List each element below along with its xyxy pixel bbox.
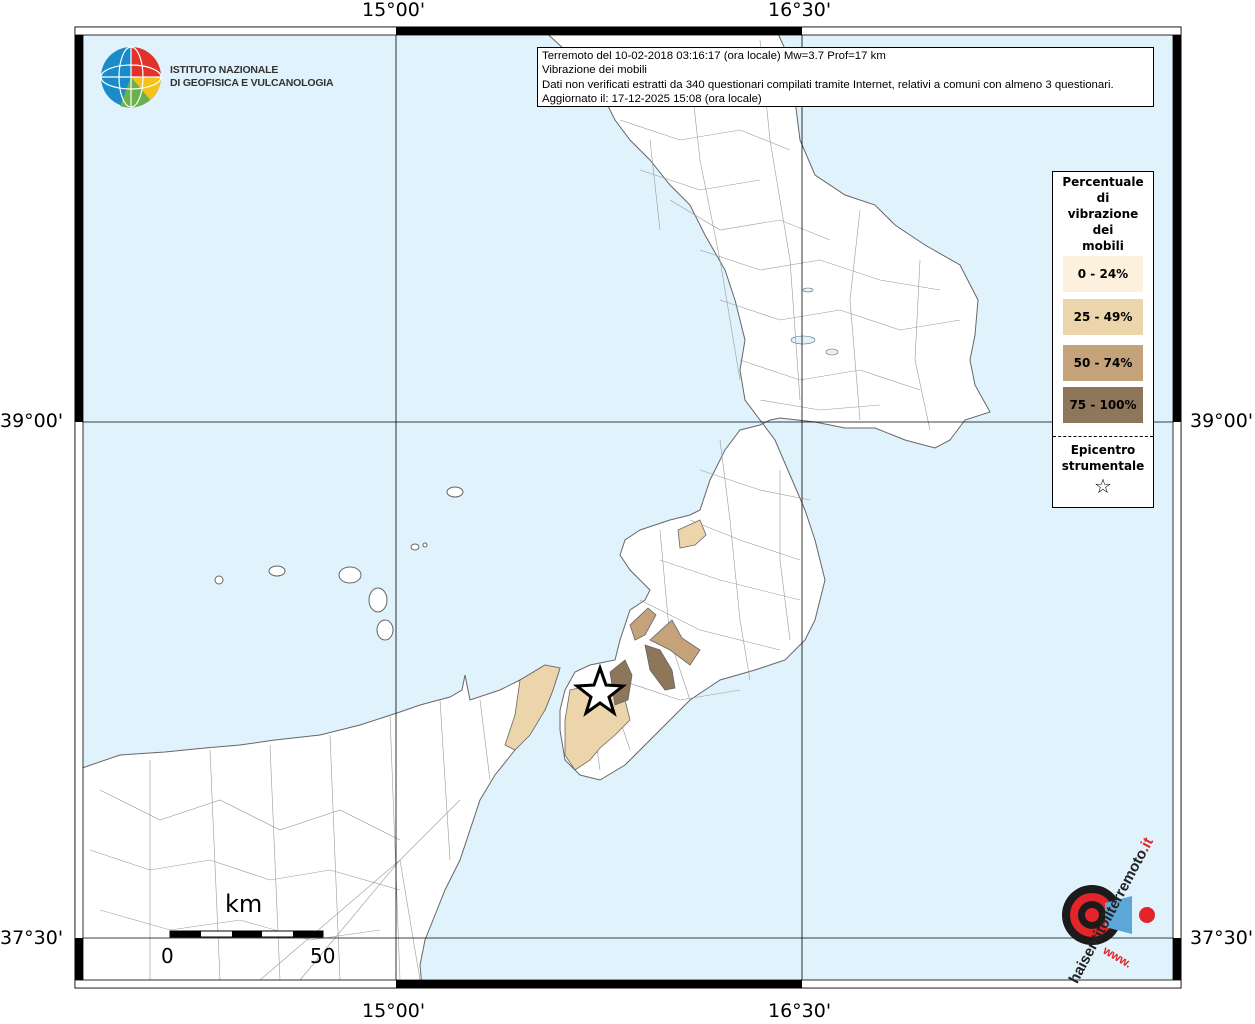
lat-label-right-upper: 39°00' bbox=[1190, 410, 1254, 432]
scale-unit: km bbox=[225, 890, 263, 918]
scale-end: 50 bbox=[310, 944, 336, 968]
scale-start: 0 bbox=[161, 944, 174, 968]
legend-epicenter-line: strumentale bbox=[1061, 459, 1145, 473]
island bbox=[338, 566, 362, 584]
legend-class-25-49: 25 - 49% bbox=[1063, 299, 1143, 335]
event-title: Terremoto del 10-02-2018 03:16:17 (ora l… bbox=[542, 50, 886, 62]
hst-text-main: haisentitoilterremoto bbox=[1065, 846, 1151, 987]
legend-class-0-24: 0 - 24% bbox=[1063, 256, 1143, 292]
island bbox=[422, 542, 428, 548]
island bbox=[446, 486, 464, 498]
legend-title-line: mobili bbox=[1082, 239, 1124, 253]
lon-label-bottom-left: 15°00' bbox=[362, 1000, 426, 1022]
legend-title-line: dei bbox=[1092, 223, 1114, 237]
lon-label-top-right: 16°30' bbox=[768, 0, 832, 21]
lake bbox=[790, 335, 816, 345]
event-parameter: Vibrazione dei mobili bbox=[542, 64, 647, 77]
legend-title-line: vibrazione bbox=[1067, 207, 1139, 221]
island bbox=[410, 543, 420, 551]
legend-class-75-100: 75 - 100% bbox=[1063, 387, 1143, 423]
lat-label-right-lower: 37°30' bbox=[1190, 927, 1254, 949]
ingv-line1: ISTITUTO NAZIONALE bbox=[170, 64, 279, 76]
island bbox=[376, 619, 394, 641]
lake bbox=[825, 348, 839, 356]
island bbox=[268, 565, 286, 577]
legend-title-line: di bbox=[1096, 191, 1110, 205]
legend-epicenter-line: Epicentro bbox=[1070, 443, 1136, 457]
ingv-line2: DI GEOFISICA E VULCANOLOGIA bbox=[170, 77, 334, 89]
lat-label-left-lower: 37°30' bbox=[0, 927, 64, 949]
hst-logo-main: haisentitoilterremoto.it bbox=[1066, 835, 1157, 986]
event-updated: Aggiornato il: 17-12-2025 15:08 (ora loc… bbox=[542, 93, 762, 106]
legend-star-icon: ☆ bbox=[1094, 474, 1112, 498]
ingv-logo-text: ISTITUTO NAZIONALE DI GEOFISICA E VULCAN… bbox=[170, 64, 334, 90]
legend-title: Percentuale di vibrazione dei mobili bbox=[1053, 174, 1153, 254]
legend-divider bbox=[1053, 436, 1153, 437]
event-info-box: Terremoto del 10-02-2018 03:16:17 (ora l… bbox=[537, 47, 1154, 107]
island bbox=[214, 575, 224, 585]
hst-logo-www: www. bbox=[1100, 943, 1135, 971]
lat-label-left-upper: 39°00' bbox=[0, 410, 64, 432]
lon-label-bottom-right: 16°30' bbox=[768, 1000, 832, 1022]
island bbox=[368, 587, 388, 613]
legend-title-line: Percentuale bbox=[1062, 175, 1144, 189]
legend-class-50-74: 50 - 74% bbox=[1063, 345, 1143, 381]
lake bbox=[802, 287, 814, 293]
lon-label-top-left: 15°00' bbox=[362, 0, 426, 21]
scale-bar bbox=[169, 930, 324, 938]
legend-epicenter-label: Epicentro strumentale bbox=[1053, 442, 1153, 474]
hst-logo-text: haisentitoilterremoto.it www. bbox=[1020, 835, 1180, 986]
legend: Percentuale di vibrazione dei mobili 0 -… bbox=[1052, 171, 1154, 508]
event-data-note: Dati non verificati estratti da 340 ques… bbox=[542, 78, 1114, 91]
